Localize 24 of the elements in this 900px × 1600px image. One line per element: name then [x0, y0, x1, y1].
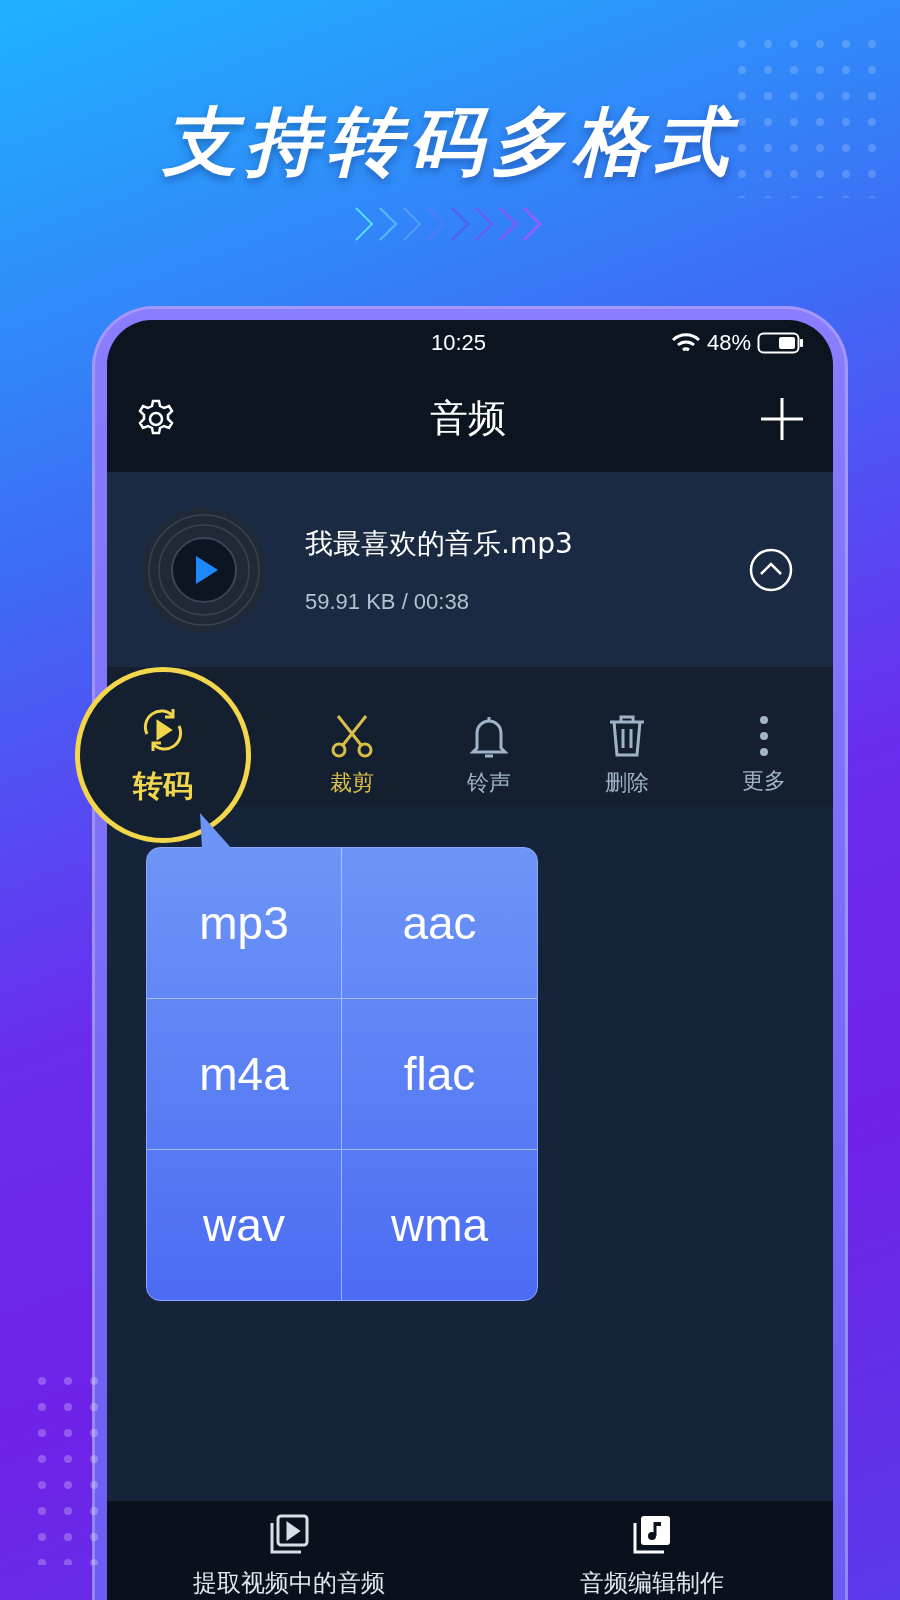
- file-card[interactable]: 我最喜欢的音乐.mp3 59.91 KB / 00:38: [107, 472, 833, 667]
- action-button[interactable]: 更多: [742, 714, 787, 796]
- battery-percent: 48%: [706, 329, 751, 356]
- status-time: 10:25: [431, 329, 488, 356]
- format-option[interactable]: flac: [342, 999, 537, 1150]
- format-option[interactable]: m4a: [147, 999, 342, 1150]
- add-icon[interactable]: [759, 395, 805, 442]
- format-option[interactable]: wav: [147, 1150, 342, 1300]
- headline: 支持转码多格式: [163, 97, 737, 186]
- action-button[interactable]: 转码: [75, 667, 251, 843]
- action-button[interactable]: 裁剪: [327, 712, 376, 798]
- wifi-icon: [670, 331, 701, 354]
- more-icon: [758, 714, 771, 758]
- file-name: 我最喜欢的音乐.mp3: [305, 525, 574, 562]
- vinyl-disc-icon: [141, 506, 267, 633]
- bottom-nav-item[interactable]: 音频编辑制作: [470, 1501, 833, 1600]
- action-button[interactable]: 铃声: [465, 712, 514, 798]
- battery-icon: [757, 331, 805, 354]
- action-button[interactable]: 删除: [602, 712, 651, 798]
- screen-title: 音频: [430, 395, 506, 442]
- format-option[interactable]: wma: [342, 1150, 537, 1300]
- file-meta: 59.91 KB / 00:38: [305, 588, 470, 615]
- collapse-icon[interactable]: [749, 547, 793, 592]
- bottom-nav-item[interactable]: 提取视频中的音频: [107, 1501, 470, 1600]
